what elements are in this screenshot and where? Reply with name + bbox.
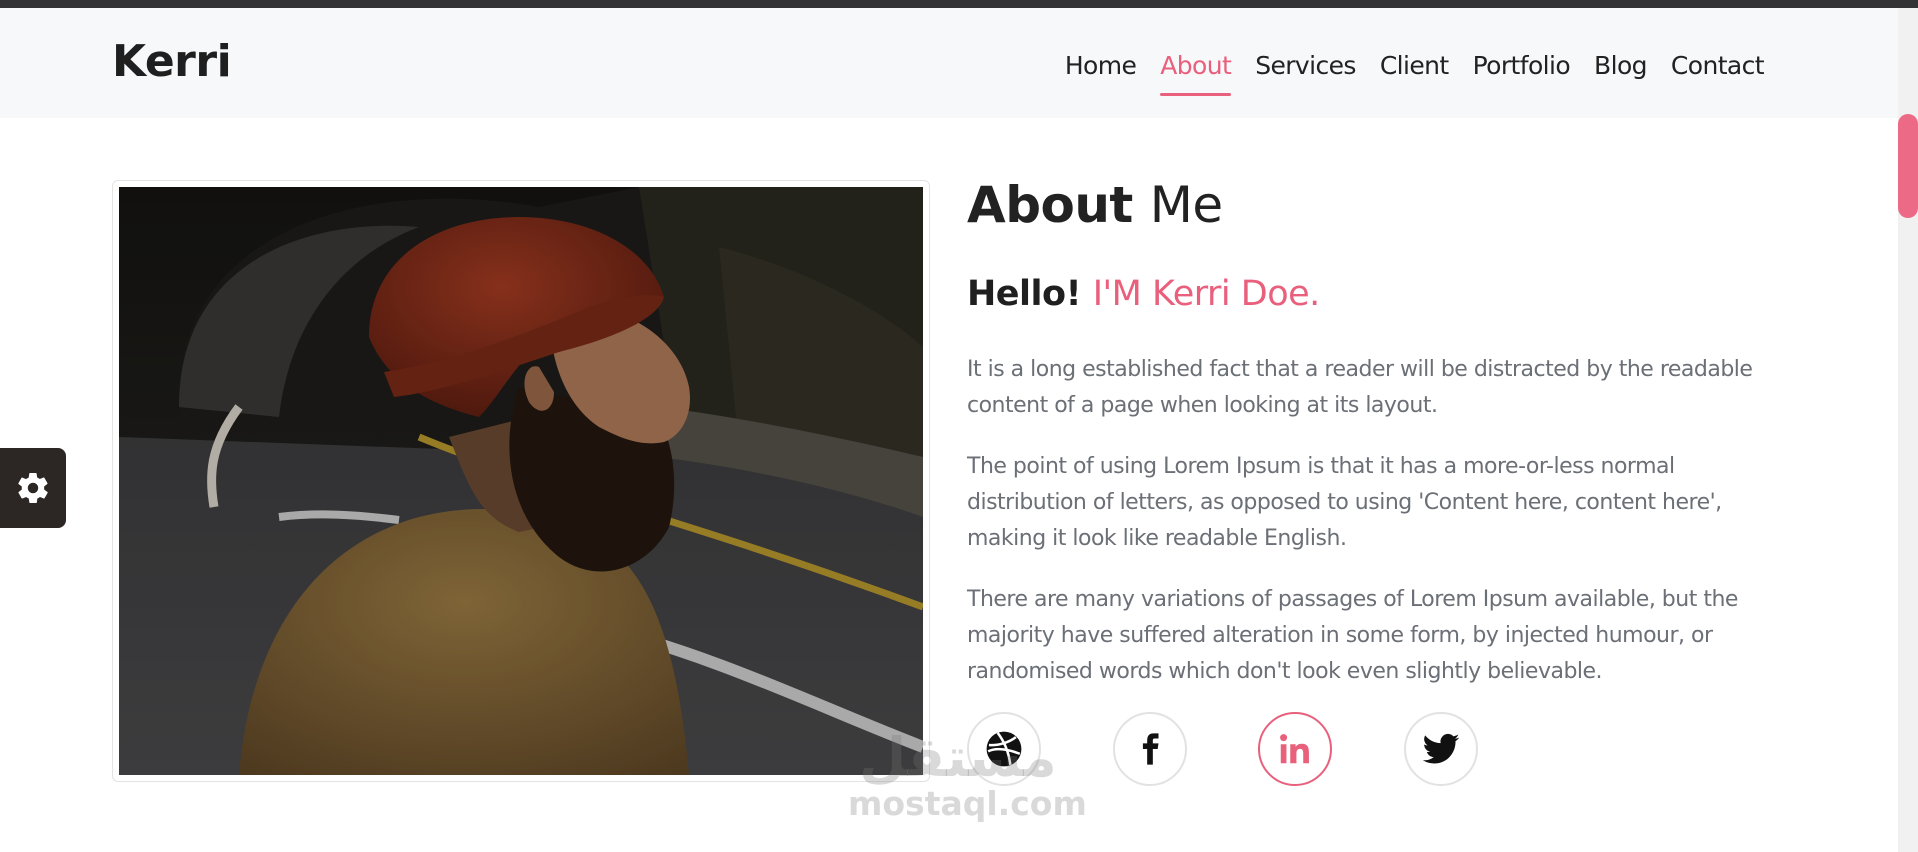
about-photo-frame [112, 180, 930, 782]
hello-name: I'M Kerri Doe. [1092, 274, 1321, 314]
social-dribbble-button[interactable] [967, 712, 1041, 786]
about-heading-light: Me [1149, 176, 1223, 234]
hello-text: Hello! [967, 274, 1082, 314]
nav-link-blog[interactable]: Blog [1582, 46, 1659, 86]
nav-link-services[interactable]: Services [1243, 46, 1368, 86]
about-paragraph-2: The point of using Lorem Ipsum is that i… [967, 454, 1722, 551]
nav-link-contact[interactable]: Contact [1659, 46, 1776, 86]
linkedin-icon [1280, 734, 1309, 764]
site-header: Kerri Home About Services Client Portfol… [0, 8, 1898, 118]
scrollbar-thumb[interactable] [1898, 114, 1918, 218]
main-nav: Home About Services Client Portfolio Blo… [1053, 46, 1776, 96]
about-heading-bold: About [967, 176, 1133, 234]
social-links [967, 712, 1487, 788]
nav-link-about[interactable]: About [1148, 46, 1243, 96]
about-paragraph-1: It is a long established fact that a rea… [967, 357, 1753, 418]
window-top-bar [0, 0, 1918, 8]
page-scrollbar[interactable] [1898, 8, 1918, 852]
twitter-icon [1422, 733, 1460, 764]
facebook-icon [1142, 733, 1159, 765]
watermark-latin: mostaql.com [848, 784, 1087, 823]
nav-link-home[interactable]: Home [1053, 46, 1148, 86]
social-twitter-button[interactable] [1404, 712, 1478, 786]
brand-logo[interactable]: Kerri [112, 36, 232, 87]
dribbble-icon [986, 731, 1022, 767]
gear-icon [18, 473, 48, 504]
nav-link-portfolio[interactable]: Portfolio [1461, 46, 1582, 86]
settings-toggle-button[interactable] [0, 448, 66, 528]
social-facebook-button[interactable] [1113, 712, 1187, 786]
hello-heading: Hello! I'M Kerri Doe. [967, 274, 1320, 314]
nav-link-client[interactable]: Client [1368, 46, 1461, 86]
about-heading: About Me [967, 176, 1223, 234]
social-linkedin-button[interactable] [1258, 712, 1332, 786]
about-photo [119, 187, 923, 775]
about-paragraph-3: There are many variations of passages of… [967, 587, 1738, 684]
